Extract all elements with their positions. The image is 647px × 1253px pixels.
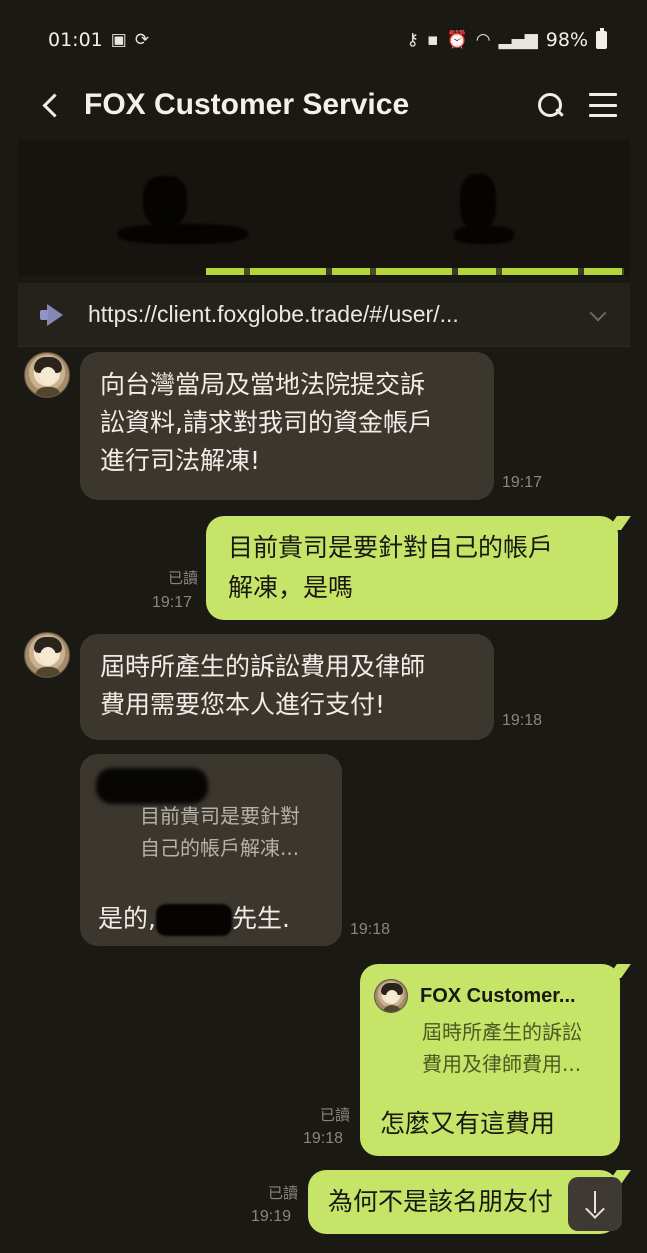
redaction-mark (454, 226, 514, 244)
quote-line: 費用及律師費用... (422, 1052, 582, 1076)
message-time: 19:17 (502, 474, 543, 491)
redacted-reply-name (96, 768, 208, 804)
megaphone-icon (40, 303, 68, 326)
quote-line: 目前貴司是要針對 (140, 804, 300, 828)
wifi-icon: ◠ (475, 30, 491, 50)
quoted-message[interactable]: FOX Customer... 屆時所產生的訴訟 費用及律師費用... (374, 976, 610, 1080)
message-line: 怎麼又有這費用 (380, 1109, 556, 1138)
announcement-bar[interactable]: https://client.foxglobe.trade/#/user/... (18, 283, 630, 347)
message-bubble-incoming[interactable]: 屆時所產生的訴訟費用及律師 費用需要您本人進行支付! (80, 634, 494, 740)
key-icon: ⚷ (406, 30, 419, 50)
message-line: 費用需要您本人進行支付! (100, 690, 386, 719)
message-line: 訟資料,請求對我司的資金帳戶 (100, 408, 433, 437)
alarm-icon: ⏰ (446, 30, 468, 50)
battery-icon (596, 28, 607, 49)
bubble-tail (607, 516, 631, 530)
avatar[interactable] (24, 632, 70, 678)
chevron-down-icon[interactable] (588, 305, 608, 325)
redaction-mark (460, 174, 496, 230)
chat-header: FOX Customer Service (0, 74, 647, 136)
redaction-mark (118, 224, 248, 244)
message-bubble-incoming-reply[interactable]: 目前貴司是要針對 自己的帳戶解凍... 是的, 先生. (80, 754, 342, 946)
message-bubble-outgoing-reply[interactable]: FOX Customer... 屆時所產生的訴訟 費用及律師費用... 怎麼又有… (360, 964, 620, 1156)
message-bubble-outgoing[interactable]: 目前貴司是要針對自己的帳戶 解凍，是嗎 (206, 516, 618, 620)
message-time: 19:18 (303, 1130, 344, 1147)
battery-text: 98% (545, 29, 588, 51)
back-arrow-icon[interactable] (38, 91, 66, 119)
message-line: 解凍，是嗎 (228, 573, 354, 602)
banner-strip (206, 268, 624, 275)
scroll-to-bottom-button[interactable] (568, 1177, 622, 1231)
message-line: 為何不是該名朋友付 (328, 1187, 554, 1216)
message-time: 19:18 (350, 921, 391, 938)
message-line: 進行司法解凍! (100, 446, 261, 475)
lock-icon: ▪ (426, 30, 439, 50)
read-receipt: 已讀 (319, 1106, 350, 1124)
announcement-link[interactable]: https://client.foxglobe.trade/#/user/... (88, 301, 574, 328)
signal-icon: ▂▄▆ (498, 30, 538, 50)
reply-text: 是的, 先生. (98, 900, 290, 938)
gallery-icon: ▣ (110, 30, 127, 50)
sync-icon: ⟳ (134, 30, 150, 50)
read-receipt: 已讀 (267, 1184, 298, 1202)
status-right: ⚷ ▪ ⏰ ◠ ▂▄▆ 98% (406, 28, 607, 51)
message-time: 19:19 (251, 1208, 292, 1225)
message-line: 目前貴司是要針對自己的帳戶 (228, 533, 554, 562)
redaction-mark (143, 176, 187, 226)
reply-suffix: 先生. (231, 904, 290, 933)
reply-prefix: 是的, (98, 904, 156, 933)
quoted-message[interactable]: 目前貴司是要針對 自己的帳戶解凍... (140, 800, 300, 864)
quote-author: FOX Customer... (420, 985, 576, 1007)
redacted-name (155, 904, 232, 936)
avatar[interactable] (24, 352, 70, 398)
avatar (374, 979, 408, 1013)
search-icon[interactable] (535, 90, 565, 120)
status-left: 01:01 ▣ ⟳ (48, 29, 149, 51)
arrow-down-icon (584, 1191, 606, 1217)
quote-line: 自己的帳戶解凍... (140, 836, 300, 860)
status-bar: 01:01 ▣ ⟳ ⚷ ▪ ⏰ ◠ ▂▄▆ 98% (0, 0, 647, 80)
chat-title: FOX Customer Service (84, 88, 410, 121)
header-actions (535, 90, 617, 120)
message-time: 19:18 (502, 712, 543, 729)
message-time: 19:17 (152, 594, 193, 611)
status-time: 01:01 (48, 29, 103, 51)
redacted-banner (18, 140, 630, 276)
menu-icon[interactable] (589, 93, 617, 117)
message-line: 向台灣當局及當地法院提交訴 (100, 370, 426, 399)
message-bubble-incoming[interactable]: 向台灣當局及當地法院提交訴 訟資料,請求對我司的資金帳戶 進行司法解凍! (80, 352, 494, 500)
read-receipt: 已讀 (167, 569, 198, 587)
message-line: 屆時所產生的訴訟費用及律師 (100, 652, 426, 681)
quote-line: 屆時所產生的訴訟 (422, 1020, 582, 1044)
